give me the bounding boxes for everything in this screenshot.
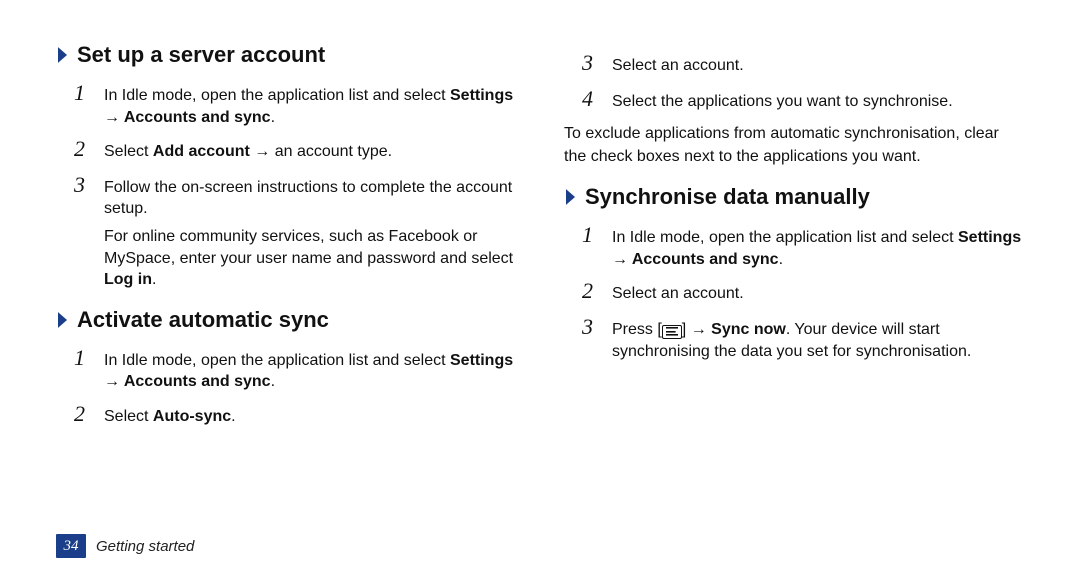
step-body: Select Auto-sync.	[104, 406, 516, 428]
step-number: 2	[74, 399, 92, 429]
step-item: 2 Select Auto-sync.	[74, 399, 516, 429]
step-body: In Idle mode, open the application list …	[612, 227, 1024, 270]
section-header-sync-manually: Synchronise data manually	[564, 184, 1024, 210]
step-body: Select the applications you want to sync…	[612, 91, 1024, 113]
chevron-right-icon	[56, 46, 69, 64]
step-number: 1	[74, 343, 92, 373]
step-list-setup-server: 1 In Idle mode, open the application lis…	[56, 78, 516, 291]
section-header-auto-sync: Activate automatic sync	[56, 307, 516, 333]
page-number-badge: 34	[56, 534, 86, 558]
step-list-auto-sync-continued: 3 Select an account. 4 Select the applic…	[564, 48, 1024, 113]
section-title: Activate automatic sync	[77, 307, 329, 333]
step-item: 3 Press [] → Sync now. Your device will …	[582, 312, 1024, 362]
left-column: Set up a server account 1 In Idle mode, …	[56, 42, 516, 435]
step-number: 3	[582, 48, 600, 78]
step-item: 2 Select an account.	[582, 276, 1024, 306]
step-body: Select an account.	[612, 283, 1024, 305]
step-item: 4 Select the applications you want to sy…	[582, 84, 1024, 114]
right-column: 3 Select an account. 4 Select the applic…	[564, 42, 1024, 435]
step-body: Follow the on-screen instructions to com…	[104, 177, 516, 291]
section-header-setup-server: Set up a server account	[56, 42, 516, 68]
step-number: 4	[582, 84, 600, 114]
step-item: 2 Select Add account → an account type.	[74, 134, 516, 164]
step-body: Press [] → Sync now. Your device will st…	[612, 319, 1024, 362]
step-number: 3	[74, 170, 92, 200]
manual-page: Set up a server account 1 In Idle mode, …	[0, 0, 1080, 586]
step-list-sync-manually: 1 In Idle mode, open the application lis…	[564, 220, 1024, 362]
step-item: 1 In Idle mode, open the application lis…	[74, 78, 516, 128]
chevron-right-icon	[564, 188, 577, 206]
step-body: In Idle mode, open the application list …	[104, 350, 516, 393]
step-body: Select an account.	[612, 55, 1024, 77]
step-item: 1 In Idle mode, open the application lis…	[74, 343, 516, 393]
menu-key-icon	[662, 325, 682, 339]
step-body: Select Add account → an account type.	[104, 141, 516, 163]
chevron-right-icon	[56, 311, 69, 329]
step-item: 1 In Idle mode, open the application lis…	[582, 220, 1024, 270]
step-number: 1	[582, 220, 600, 250]
step-number: 2	[74, 134, 92, 164]
step-item: 3 Select an account.	[582, 48, 1024, 78]
footer-section-name: Getting started	[96, 538, 194, 555]
step-item: 3 Follow the on-screen instructions to c…	[74, 170, 516, 291]
step-number: 2	[582, 276, 600, 306]
page-footer: 34 Getting started	[56, 534, 194, 558]
step-subtext: For online community services, such as F…	[104, 226, 516, 291]
two-column-layout: Set up a server account 1 In Idle mode, …	[56, 42, 1024, 435]
note-text: To exclude applications from automatic s…	[564, 123, 1024, 168]
step-number: 3	[582, 312, 600, 342]
step-number: 1	[74, 78, 92, 108]
step-list-auto-sync: 1 In Idle mode, open the application lis…	[56, 343, 516, 429]
step-body: In Idle mode, open the application list …	[104, 85, 516, 128]
section-title: Synchronise data manually	[585, 184, 870, 210]
section-title: Set up a server account	[77, 42, 325, 68]
